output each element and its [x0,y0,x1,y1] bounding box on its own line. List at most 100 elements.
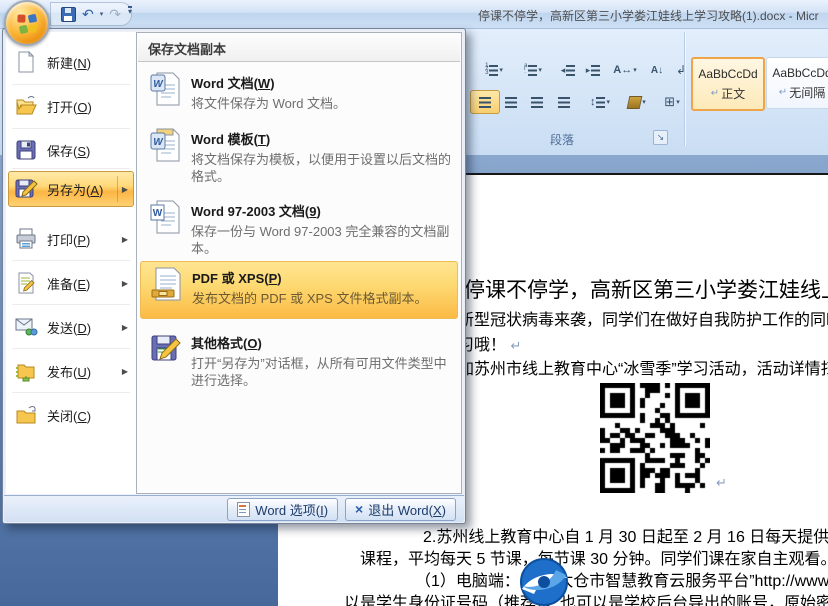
menu-item-open[interactable]: 打开(O) [9,90,133,122]
doc-heading: 停课不停学，高新区第三小学娄江娃线上学 [464,274,828,304]
menu-item-publish[interactable]: 发布(U) ▶ [9,355,133,387]
style-sample: AaBbCcDd [698,67,757,81]
menu-item-send[interactable]: 发送(D) ▶ [9,311,133,343]
style-sample: AaBbCcDd [772,66,828,80]
chevron-down-icon: ▾ [499,66,503,74]
open-folder-icon [14,94,38,118]
align-right-icon [531,97,543,108]
line-spacing-icon: ↕ [590,96,596,108]
qr-code-wrap: ↵ [600,383,710,498]
style-no-spacing-card[interactable]: AaBbCcDd ↵无间隔 [766,57,828,109]
menu-item-close[interactable]: 关闭(C) [9,399,133,431]
dialog-launcher-button[interactable]: ↘ [653,130,668,145]
increase-indent-button[interactable]: ▸ [578,58,608,82]
chevron-down-icon: ▾ [538,66,542,74]
list-lines-icon [566,65,575,76]
menu-item-label: 准备(E) [47,274,90,293]
group-separator [684,32,685,146]
office-menu-footer: Word 选项(I) × 退出 Word(X) [4,495,464,522]
submenu-arrow-icon: ▶ [122,279,128,288]
word-document-icon: W [149,71,181,109]
word-97-2003-icon: W [149,199,181,237]
submenu-arrow-icon: ▶ [122,367,128,376]
doc-line-course: 课程，平均每天 5 节课，每节课 30 分钟。同学们课在家自主观看。登 [360,545,828,569]
customize-qat-button[interactable]: ▾ [128,6,132,15]
submenu-item-desc: 保存一份与 Word 97-2003 完全兼容的文档副本。 [191,223,454,257]
save-as-submenu: 保存文档副本 W Word 文档(W) 将文件保存为 Word 文档。 W Wo… [136,32,462,494]
dialog-launcher-icon: ↘ [657,132,665,143]
distribute-button[interactable] [548,90,580,114]
asian-layout-button[interactable]: A↔ ▾ [605,58,645,82]
menu-separator [12,392,130,393]
menu-item-label: 新建(N) [47,53,91,72]
borders-icon: ⊞ [664,94,675,110]
undo-button[interactable]: ↶ [82,7,94,21]
word-options-button[interactable]: Word 选项(I) [227,498,338,521]
menu-item-new[interactable]: 新建(N) [9,46,133,78]
close-folder-icon [14,403,38,427]
list-lines-icon [596,97,605,108]
chevron-down-icon: ▾ [633,66,637,74]
office-menu-left-pane: 新建(N) 打开(O) 保存(S) 另存为(A) ▶ 打印(P) ▶ [6,32,136,494]
submenu-item-word-97-2003[interactable]: W Word 97-2003 文档(9) 保存一份与 Word 97-2003 … [140,195,458,257]
menu-item-save-as[interactable]: 另存为(A) ▶ [8,171,134,207]
menu-item-save[interactable]: 保存(S) [9,134,133,166]
other-formats-icon [149,331,181,369]
style-name: ↵正文 [711,85,745,102]
chevron-down-icon: ▾ [606,98,610,106]
multilevel-list-icon: ai· [524,65,527,76]
send-icon [14,315,38,339]
svg-text:W: W [153,208,163,219]
office-button[interactable] [4,0,50,46]
menu-item-label: 发布(U) [47,362,91,381]
menu-separator [12,128,130,129]
menu-item-label: 打印(P) [47,230,90,249]
publish-icon [14,359,38,383]
menu-separator [12,168,130,169]
word-window: 停课不停学，高新区第三小学娄江娃线上学 新型冠状病毒来袭，同学们在做好自我防护工… [0,0,828,606]
list-lines-icon [489,65,498,76]
submenu-item-other-formats[interactable]: 其他格式(O) 打开“另存为”对话框，从所有可用文件类型中进行选择。 [140,327,458,389]
doc-line-study: 习哦！ ↵ [458,331,521,355]
svg-text:W: W [153,79,164,90]
pilcrow-icon: ↵ [779,87,787,98]
chevron-down-icon: ▾ [676,98,680,106]
align-center-icon [505,97,517,108]
svg-text:W: W [153,137,164,148]
decrease-indent-icon: ◂ [561,65,566,76]
redo-button[interactable]: ↷ [109,7,121,21]
numbered-list-button[interactable]: 123 ▾ [473,58,515,82]
submenu-item-title: Word 文档(W) [191,71,454,92]
office-logo-icon [17,13,38,34]
swirl-logo [512,556,578,606]
menu-item-prepare[interactable]: 准备(E) ▶ [9,267,133,299]
menu-item-print[interactable]: 打印(P) ▶ [9,223,133,255]
increase-indent-icon: ▸ [586,65,591,76]
save-icon[interactable] [61,7,76,22]
submenu-arrow-icon: ▶ [117,176,128,202]
submenu-item-word-template[interactable]: W Word 模板(T) 将文档保存为模板，以便用于设置以后文档的格式。 [140,123,458,185]
style-normal-card[interactable]: AaBbCcDd ↵正文 [691,57,765,111]
shading-button[interactable]: ▾ [618,90,656,114]
submenu-item-pdf-xps[interactable]: PDF 或 XPS(P) 发布文档的 PDF 或 XPS 文件格式副本。 [140,261,458,319]
multilevel-list-button[interactable]: ai· ▾ [512,58,554,82]
pilcrow-icon: ↵ [711,88,719,99]
shading-icon [627,96,643,109]
word-options-label: Word 选项(I) [255,500,328,519]
pilcrow-icon: ↵ [510,338,521,353]
word-options-icon [237,502,250,517]
word-template-icon: W [149,127,181,165]
menu-item-label: 关闭(C) [47,406,91,425]
submenu-header: 保存文档副本 [138,36,460,62]
submenu-item-word-document[interactable]: W Word 文档(W) 将文件保存为 Word 文档。 [140,67,458,114]
borders-button[interactable]: ⊞ ▾ [653,90,691,114]
line-spacing-button[interactable]: ↕ ▾ [580,90,620,114]
window-title: 停课不停学，高新区第三小学娄江娃线上学习攻略(1).docx - Micr [478,7,819,24]
chevron-down-icon[interactable]: ▾ [100,10,104,18]
doc-line-activity: 加苏州市线上教育中心“冰雪季”学习活动，活动详情扫描二 [458,355,828,379]
submenu-item-desc: 将文档保存为模板，以便用于设置以后文档的格式。 [191,151,454,185]
exit-word-button[interactable]: × 退出 Word(X) [345,498,456,521]
list-lines-icon [528,65,537,76]
menu-item-label: 发送(D) [47,318,91,337]
menu-item-label: 保存(S) [47,141,90,160]
